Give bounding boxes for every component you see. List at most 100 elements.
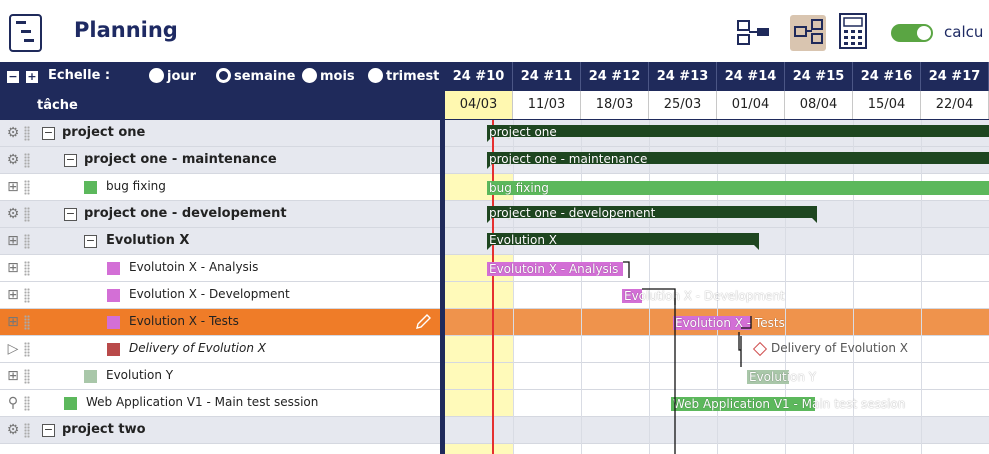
task-row[interactable]: ⚙ − project one - developement	[0, 201, 440, 228]
scale-option-mois[interactable]: mois	[302, 68, 355, 84]
date-label: 01/04	[717, 91, 785, 119]
drag-handle-icon[interactable]	[24, 180, 30, 195]
task-row[interactable]: ⊞ bug fixing	[0, 174, 440, 201]
gear-icon: ⚙	[6, 422, 20, 438]
gear-icon: ⚙	[6, 152, 20, 168]
drag-handle-icon[interactable]	[24, 261, 30, 276]
task-row[interactable]: ⊞ − Evolution X	[0, 228, 440, 255]
task-row[interactable]: ⊞ Evolution X - Development	[0, 282, 440, 309]
task-column-header[interactable]: tâche	[0, 91, 440, 120]
task-row[interactable]: ⚙ − project one	[0, 120, 440, 147]
gantt-chart: 24 #10 24 #11 24 #12 24 #13 24 #14 24 #15 24 #…	[445, 62, 989, 454]
task-label: project one - developement	[84, 206, 287, 221]
date-label: 18/03	[581, 91, 649, 119]
task-icon: ⊞	[7, 314, 19, 330]
task-icon: ⊞	[7, 260, 19, 276]
tree-view-icon	[737, 20, 769, 45]
week-label: 24 #16	[853, 62, 921, 91]
task-icon: ⊞	[7, 233, 19, 249]
week-label: 24 #11	[513, 62, 581, 91]
gantt-view-button[interactable]	[790, 15, 826, 51]
gear-icon: ⚙	[6, 206, 20, 222]
date-label: 22/04	[921, 91, 989, 119]
date-label: 11/03	[513, 91, 581, 119]
collapse-toggle-icon[interactable]: −	[64, 154, 77, 167]
collapse-toggle-icon[interactable]: −	[42, 127, 55, 140]
drag-handle-icon[interactable]	[24, 315, 30, 330]
task-icon: ⊞	[7, 368, 19, 384]
task-label: Evolution Y	[106, 368, 174, 382]
radio-icon	[302, 68, 317, 83]
scale-option-trimestre[interactable]: trimest	[368, 68, 439, 84]
week-label: 24 #17	[921, 62, 989, 91]
scale-option-jour[interactable]: jour	[149, 68, 196, 84]
drag-handle-icon[interactable]	[24, 126, 30, 141]
date-header: 04/03 11/03 18/03 25/03 01/04 08/04 15/04 22/04	[445, 91, 989, 120]
task-row[interactable]: ⚙ − project two	[0, 417, 440, 444]
radio-icon	[368, 68, 383, 83]
calc-toggle[interactable]	[891, 24, 933, 42]
flag-icon: ▷	[7, 341, 19, 357]
date-label: 15/04	[853, 91, 921, 119]
drag-handle-icon[interactable]	[24, 207, 30, 222]
task-row[interactable]: ⊞ Evolutoin X - Analysis	[0, 255, 440, 282]
planning-app: Planning calcu − + Echelle: jour semain…	[0, 0, 989, 454]
task-row[interactable]: ▷ Delivery of Evolution X	[0, 336, 440, 363]
drag-handle-icon[interactable]	[24, 423, 30, 438]
task-color-swatch	[107, 343, 120, 356]
collapse-toggle-icon[interactable]: −	[64, 208, 77, 221]
task-row[interactable]: ⊞ Evolution Y	[0, 363, 440, 390]
gantt-body: project one project one - maintenance bug …	[445, 120, 989, 454]
radio-icon	[149, 68, 164, 83]
dependency-link	[623, 261, 630, 278]
task-label: Delivery of Evolution X	[129, 341, 266, 355]
task-row[interactable]: ⚙ − project one - maintenance	[0, 147, 440, 174]
drag-handle-icon[interactable]	[24, 369, 30, 384]
scale-option-semaine[interactable]: semaine	[216, 68, 295, 84]
task-color-swatch	[107, 316, 120, 329]
task-color-swatch	[84, 181, 97, 194]
task-color-swatch	[107, 262, 120, 275]
task-label: project one	[62, 125, 146, 140]
scale-label: Echelle :	[48, 68, 111, 83]
tree-view-button[interactable]	[736, 15, 770, 51]
toggle-knob	[917, 26, 931, 40]
scale-toolbar: − + Echelle : jour semaine mois trimest	[0, 62, 440, 91]
task-label: Evolutoin X - Analysis	[129, 260, 259, 274]
date-label: 08/04	[785, 91, 853, 119]
calculator-icon	[839, 13, 867, 49]
collapse-all-button[interactable]: −	[7, 71, 19, 83]
week-header: 24 #10 24 #11 24 #12 24 #13 24 #14 24 #15 24 #…	[445, 62, 989, 91]
task-grid: − + Echelle : jour semaine mois trimest …	[0, 62, 440, 454]
date-label: 04/03	[445, 91, 513, 119]
drag-handle-icon[interactable]	[24, 396, 30, 411]
task-label: Evolution X - Development	[129, 287, 290, 301]
week-label: 24 #10	[445, 62, 513, 91]
task-row[interactable]: ⚲ Web Application V1 - Main test session	[0, 390, 440, 417]
expand-all-button[interactable]: +	[26, 71, 38, 83]
page-title: Planning	[74, 18, 178, 42]
drag-handle-icon[interactable]	[24, 234, 30, 249]
drag-handle-icon[interactable]	[24, 288, 30, 303]
gear-icon: ⚙	[6, 125, 20, 141]
week-label: 24 #15	[785, 62, 853, 91]
dependency-links	[623, 261, 752, 454]
calculator-button[interactable]	[838, 12, 868, 50]
task-label: bug fixing	[106, 179, 166, 193]
collapse-toggle-icon[interactable]: −	[42, 424, 55, 437]
task-row[interactable]: ⊞ Evolution X - Tests	[0, 309, 440, 336]
collapse-toggle-icon[interactable]: −	[84, 235, 97, 248]
dependency-link	[674, 298, 676, 454]
week-label: 24 #14	[717, 62, 785, 91]
task-icon: ⊞	[7, 179, 19, 195]
toggle-label: calcu	[944, 23, 984, 41]
date-label: 25/03	[649, 91, 717, 119]
task-icon: ⊞	[7, 287, 19, 303]
dependency-link	[741, 316, 752, 329]
drag-handle-icon[interactable]	[24, 153, 30, 168]
app-header: Planning calcu	[0, 0, 989, 62]
gantt-view-icon	[794, 19, 823, 44]
edit-pencil-icon[interactable]	[414, 313, 432, 331]
drag-handle-icon[interactable]	[24, 342, 30, 357]
week-label: 24 #13	[649, 62, 717, 91]
